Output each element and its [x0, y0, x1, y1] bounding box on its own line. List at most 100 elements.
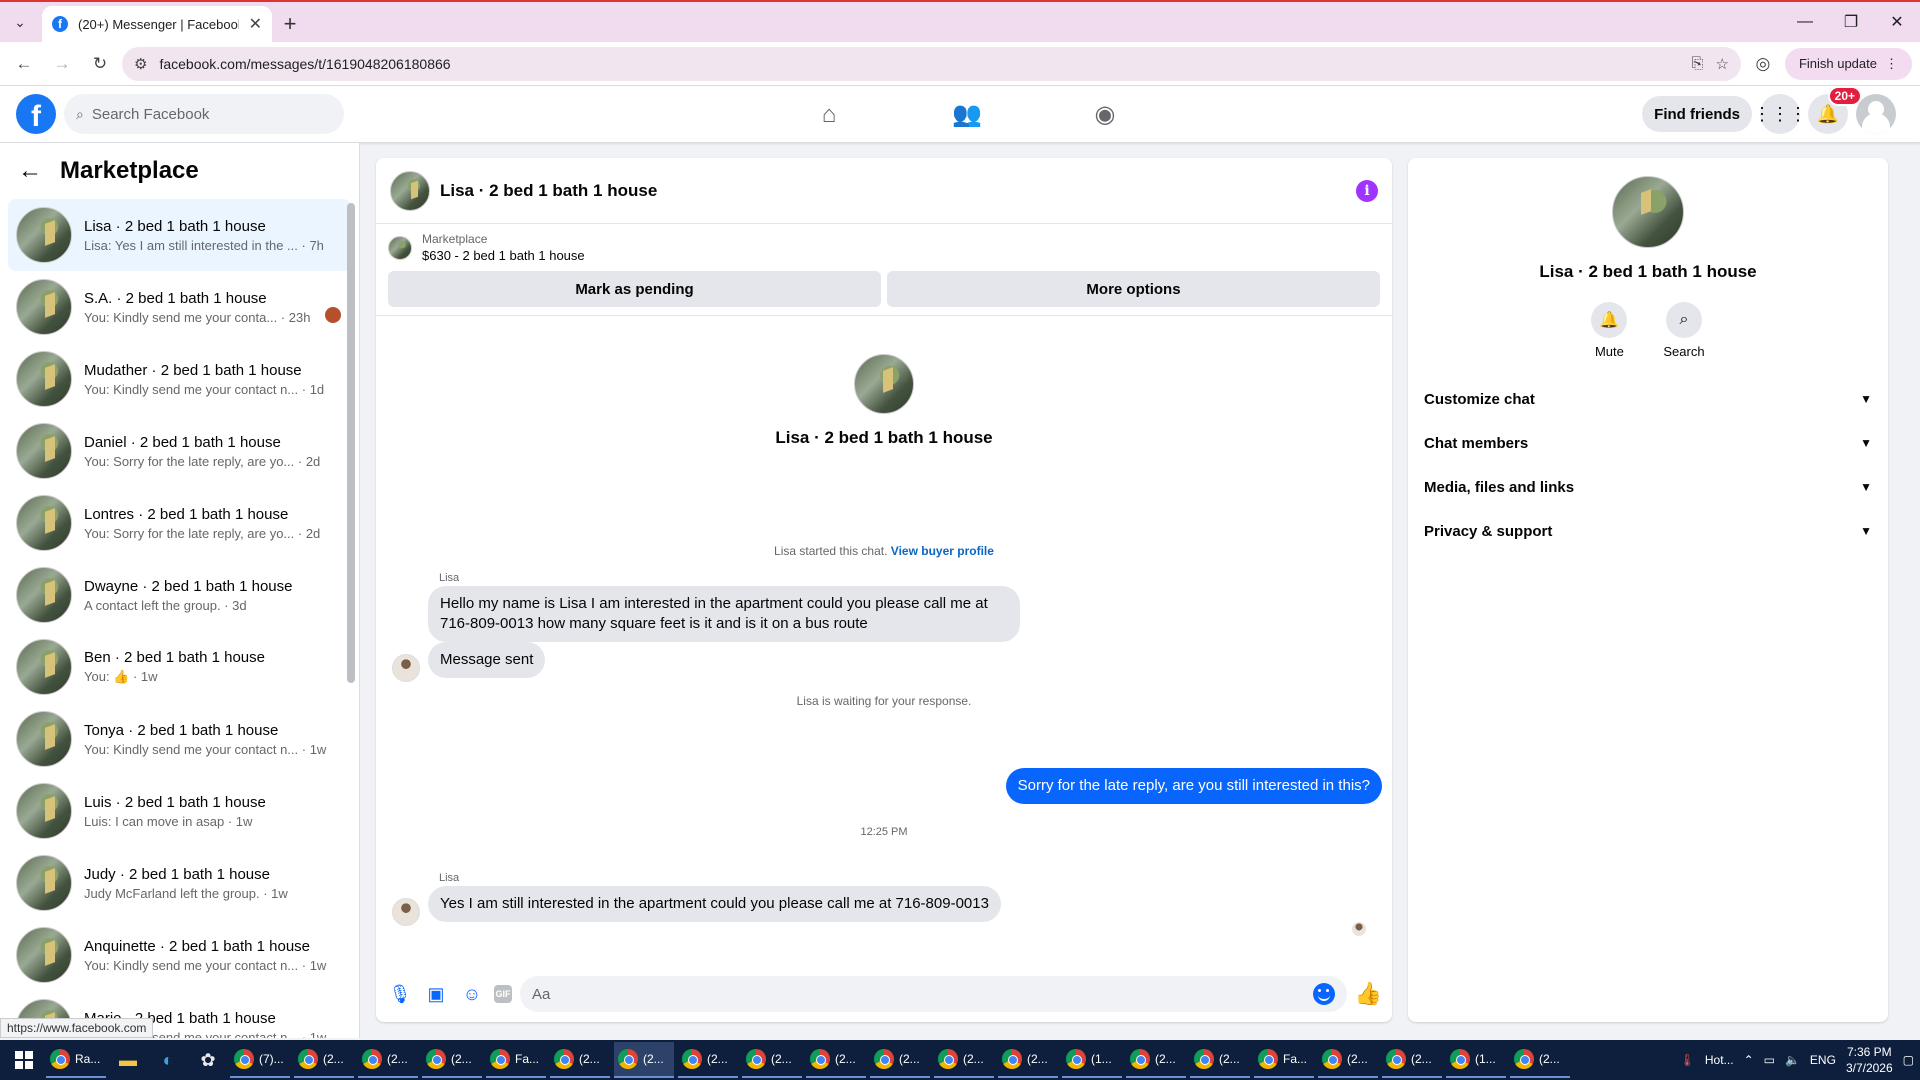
- thumbs-up-icon[interactable]: 👍: [1355, 981, 1382, 1007]
- friends-icon[interactable]: 👥: [898, 86, 1036, 143]
- listing-price-title[interactable]: $630 - 2 bed 1 bath 1 house: [422, 248, 585, 263]
- taskbar-item[interactable]: Fa...: [486, 1042, 546, 1078]
- tab-close-icon[interactable]: ✕: [249, 14, 262, 34]
- incoming-message[interactable]: Message sent: [428, 642, 546, 678]
- facebook-logo-icon[interactable]: f: [16, 94, 56, 134]
- view-buyer-profile-link[interactable]: View buyer profile: [891, 544, 994, 558]
- notification-center-icon[interactable]: ▢: [1903, 1053, 1914, 1067]
- mark-as-pending-button[interactable]: Mark as pending: [388, 271, 881, 307]
- conversation-item[interactable]: Dwayne · 2 bed 1 bath 1 house A contact l…: [8, 559, 351, 631]
- section-media-files-links[interactable]: Media, files and links ▼: [1424, 465, 1872, 509]
- search-in-chat-button[interactable]: ⌕ Search: [1663, 302, 1705, 359]
- photo-icon[interactable]: ▣: [422, 980, 450, 1008]
- site-settings-icon[interactable]: ⚙: [134, 55, 147, 73]
- facebook-search-box[interactable]: ⌕: [64, 94, 344, 134]
- chat-listing-thumbnail[interactable]: [390, 170, 430, 211]
- volume-icon[interactable]: 🔈: [1785, 1053, 1800, 1067]
- conversation-item[interactable]: S.A. · 2 bed 1 bath 1 house You: Kindly s…: [8, 271, 351, 343]
- outgoing-message[interactable]: Sorry for the late reply, are you still …: [1005, 768, 1382, 804]
- conversation-item[interactable]: Tonya · 2 bed 1 bath 1 house You: Kindly …: [8, 703, 351, 775]
- taskbar-item[interactable]: (2...: [358, 1042, 418, 1078]
- taskbar-item[interactable]: (2...: [742, 1042, 802, 1078]
- taskbar-item[interactable]: Fa...: [1254, 1042, 1314, 1078]
- finish-update-button[interactable]: Finish update ⋮: [1784, 47, 1912, 80]
- minimize-icon[interactable]: —: [1782, 2, 1828, 42]
- taskbar-item[interactable]: (2...: [1190, 1042, 1250, 1078]
- message-input-box[interactable]: [520, 976, 1347, 1012]
- close-window-icon[interactable]: ✕: [1874, 2, 1920, 42]
- reload-icon[interactable]: ↻: [84, 48, 116, 80]
- lisa-avatar[interactable]: [392, 654, 420, 682]
- gif-icon[interactable]: GIF: [494, 985, 512, 1003]
- conversation-scrollbar[interactable]: [347, 203, 355, 683]
- incoming-message[interactable]: Hello my name is Lisa I am interested in…: [428, 586, 1020, 642]
- notifications-bell-icon[interactable]: 🔔 20+: [1808, 86, 1862, 134]
- section-chat-members[interactable]: Chat members ▼: [1424, 421, 1872, 465]
- taskbar-item[interactable]: (2...: [1126, 1042, 1186, 1078]
- network-icon[interactable]: ▭: [1764, 1053, 1775, 1067]
- file-explorer-icon[interactable]: ▬: [110, 1042, 146, 1078]
- microphone-icon[interactable]: 🎙: [386, 980, 414, 1008]
- back-arrow-icon[interactable]: ←: [18, 157, 42, 185]
- account-avatar[interactable]: [1856, 94, 1896, 134]
- thread-profile-thumbnail[interactable]: [854, 354, 914, 414]
- conversation-item[interactable]: Judy · 2 bed 1 bath 1 house Judy McFarlan…: [8, 847, 351, 919]
- chat-title[interactable]: Lisa · 2 bed 1 bath 1 house: [440, 181, 1346, 201]
- conversation-item[interactable]: Anquinette · 2 bed 1 bath 1 house You: Ki…: [8, 919, 351, 991]
- taskbar-item[interactable]: (2...: [998, 1042, 1058, 1078]
- taskbar-item[interactable]: (2...: [550, 1042, 610, 1078]
- mute-button[interactable]: 🔔 Mute: [1591, 302, 1628, 359]
- new-tab-button[interactable]: +: [272, 6, 308, 42]
- taskbar-item-active[interactable]: (2...: [614, 1042, 674, 1078]
- lisa-avatar[interactable]: [392, 898, 420, 926]
- forward-arrow-icon[interactable]: →: [46, 48, 78, 80]
- section-privacy-support[interactable]: Privacy & support ▼: [1424, 509, 1872, 553]
- listing-mini-thumbnail[interactable]: [388, 235, 412, 260]
- message-input[interactable]: [532, 985, 1313, 1003]
- taskbar-item[interactable]: (2...: [422, 1042, 482, 1078]
- bookmark-star-icon[interactable]: ☆: [1715, 55, 1728, 73]
- incoming-message[interactable]: Yes I am still interested in the apartme…: [428, 886, 1001, 922]
- section-customize-chat[interactable]: Customize chat ▼: [1424, 377, 1872, 421]
- conversation-item[interactable]: Daniel · 2 bed 1 bath 1 house You: Sorry …: [8, 415, 351, 487]
- conversation-item[interactable]: Luis · 2 bed 1 bath 1 house Luis: I can m…: [8, 775, 351, 847]
- conversation-item[interactable]: Mudather · 2 bed 1 bath 1 house You: Kind…: [8, 343, 351, 415]
- taskbar-item[interactable]: (2...: [934, 1042, 994, 1078]
- conversation-item[interactable]: Lontres · 2 bed 1 bath 1 house You: Sorry…: [8, 487, 351, 559]
- facebook-search-input[interactable]: [91, 105, 332, 123]
- taskbar-item[interactable]: (7)...: [230, 1042, 290, 1078]
- taskbar-item[interactable]: (2...: [870, 1042, 930, 1078]
- back-arrow-icon[interactable]: ←: [8, 48, 40, 80]
- sticker-icon[interactable]: ☺: [458, 980, 486, 1008]
- clock[interactable]: 7:36 PM 3/7/2026: [1846, 1044, 1893, 1076]
- restore-icon[interactable]: ❐: [1828, 2, 1874, 42]
- emoji-icon[interactable]: [1312, 983, 1335, 1005]
- conversation-item[interactable]: Ben · 2 bed 1 bath 1 house You: 👍 · 1w: [8, 631, 351, 703]
- taskbar-item[interactable]: (2...: [1382, 1042, 1442, 1078]
- profile-icon[interactable]: ◎: [1747, 48, 1779, 80]
- taskbar-item[interactable]: (2...: [678, 1042, 738, 1078]
- taskbar-item[interactable]: (1...: [1062, 1042, 1122, 1078]
- menu-grid-icon[interactable]: ⋮⋮⋮: [1753, 94, 1807, 134]
- groups-icon[interactable]: ◉: [1036, 86, 1174, 143]
- tab-search-chevron-icon[interactable]: ⌄: [0, 2, 40, 42]
- tray-chevron-up-icon[interactable]: ⌃: [1744, 1053, 1754, 1067]
- info-profile-thumbnail[interactable]: [1612, 176, 1684, 248]
- language-indicator[interactable]: ENG: [1810, 1053, 1836, 1067]
- home-icon[interactable]: ⌂: [760, 86, 898, 143]
- more-options-button[interactable]: More options: [887, 271, 1380, 307]
- app-icon[interactable]: ✿: [190, 1042, 226, 1078]
- url-text[interactable]: facebook.com/messages/t/1619048206180866: [159, 56, 1679, 72]
- taskbar-item[interactable]: (2...: [806, 1042, 866, 1078]
- find-friends-button[interactable]: Find friends: [1642, 96, 1752, 132]
- taskbar-item[interactable]: Ra...: [46, 1042, 106, 1078]
- taskbar-item[interactable]: (1...: [1446, 1042, 1506, 1078]
- conversation-item[interactable]: Lisa · 2 bed 1 bath 1 house Lisa: Yes I a…: [8, 199, 351, 271]
- install-app-icon[interactable]: ⎘: [1691, 55, 1703, 72]
- browser-tab-messenger[interactable]: f (20+) Messenger | Facebook ✕: [42, 6, 272, 42]
- taskbar-item[interactable]: (2...: [1318, 1042, 1378, 1078]
- address-bar[interactable]: ⚙ facebook.com/messages/t/16190482061808…: [122, 46, 1741, 81]
- windows-start-icon[interactable]: [6, 1042, 42, 1078]
- weather-label[interactable]: Hot...: [1705, 1053, 1734, 1067]
- info-icon[interactable]: i: [1356, 179, 1378, 202]
